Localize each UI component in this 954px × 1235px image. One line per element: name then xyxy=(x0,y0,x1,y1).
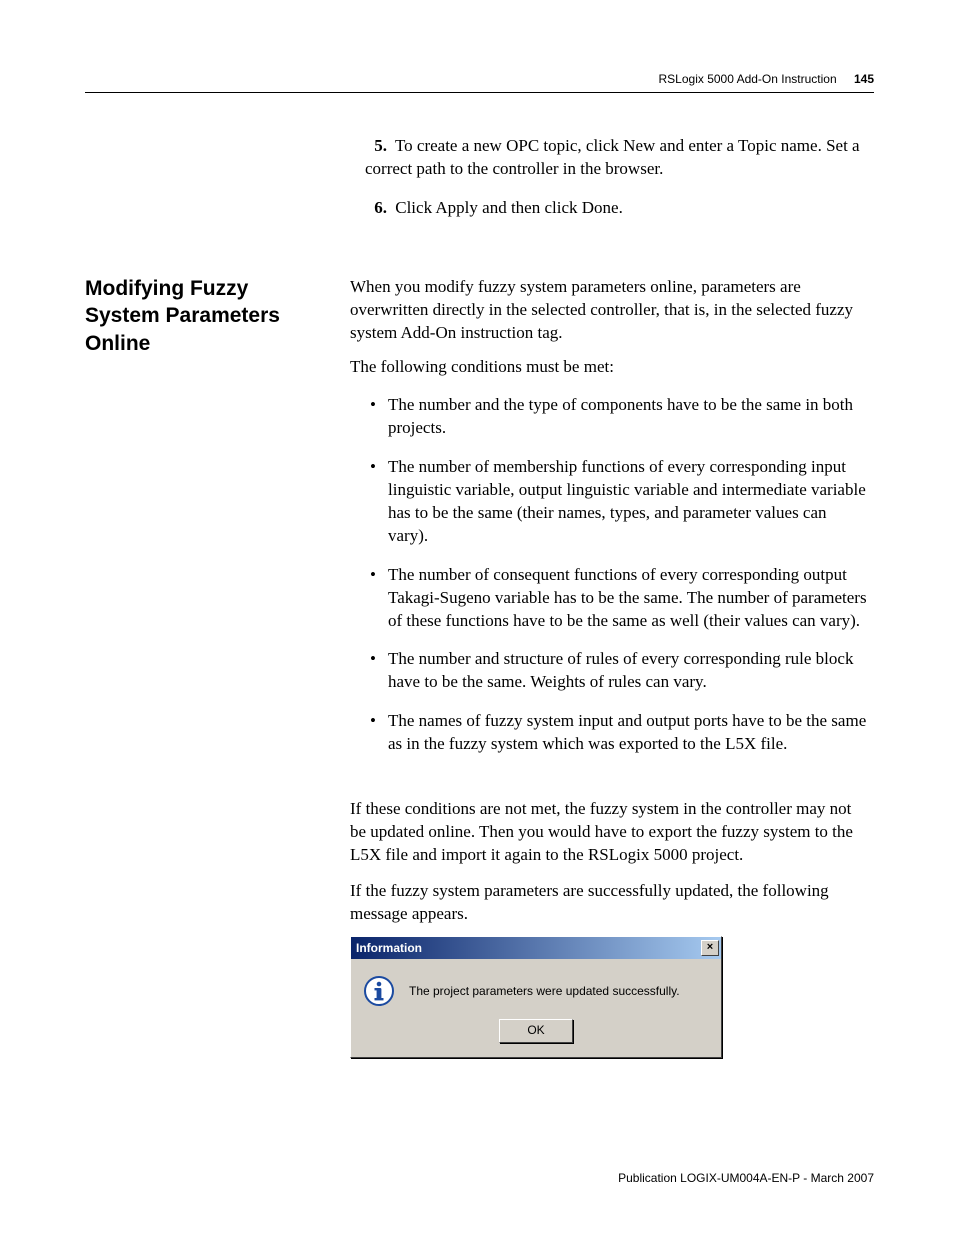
page-header: RSLogix 5000 Add-On Instruction 145 xyxy=(659,72,874,86)
list-item: • The number of consequent functions of … xyxy=(370,564,870,633)
list-item: • The number and structure of rules of e… xyxy=(370,648,870,694)
page-footer: Publication LOGIX-UM004A-EN-P - March 20… xyxy=(618,1171,874,1185)
header-page-number: 145 xyxy=(854,72,874,86)
paragraph-not-met: If these conditions are not met, the fuz… xyxy=(350,798,870,867)
step-number: 6. xyxy=(365,197,387,220)
paragraph-intro: When you modify fuzzy system parameters … xyxy=(350,276,870,345)
bullet-icon: • xyxy=(370,648,388,694)
step-number: 5. xyxy=(365,135,387,158)
list-item: • The number and the type of components … xyxy=(370,394,870,440)
bullet-text: The number of consequent functions of ev… xyxy=(388,564,870,633)
ok-button[interactable]: OK xyxy=(499,1019,573,1043)
bullet-list: • The number and the type of components … xyxy=(370,394,870,772)
list-item: • The names of fuzzy system input and ou… xyxy=(370,710,870,756)
information-dialog: Information × The project parameters wer… xyxy=(350,936,722,1058)
paragraph-conditions-lead: The following conditions must be met: xyxy=(350,356,870,379)
dialog-body: The project parameters were updated succ… xyxy=(351,959,721,1013)
bullet-icon: • xyxy=(370,710,388,756)
bullet-text: The number and structure of rules of eve… xyxy=(388,648,870,694)
bullet-text: The number and the type of components ha… xyxy=(388,394,870,440)
list-item: • The number of membership functions of … xyxy=(370,456,870,548)
information-icon xyxy=(363,975,395,1007)
dialog-titlebar: Information × xyxy=(351,937,721,959)
step-text: Click Apply and then click Done. xyxy=(395,198,623,217)
bullet-icon: • xyxy=(370,564,388,633)
dialog-title: Information xyxy=(356,942,422,954)
dialog-message: The project parameters were updated succ… xyxy=(409,984,680,998)
close-icon[interactable]: × xyxy=(701,940,719,956)
bullet-icon: • xyxy=(370,456,388,548)
numbered-step-list: 5. To create a new OPC topic, click New … xyxy=(365,135,870,236)
bullet-icon: • xyxy=(370,394,388,440)
step-5: 5. To create a new OPC topic, click New … xyxy=(365,135,870,181)
header-chapter-title: RSLogix 5000 Add-On Instruction xyxy=(659,72,837,86)
header-divider xyxy=(85,92,874,93)
bullet-text: The names of fuzzy system input and outp… xyxy=(388,710,870,756)
section-heading: Modifying Fuzzy System Parameters Online xyxy=(85,275,295,357)
step-text: To create a new OPC topic, click New and… xyxy=(365,136,860,178)
bullet-text: The number of membership functions of ev… xyxy=(388,456,870,548)
paragraph-success: If the fuzzy system parameters are succe… xyxy=(350,880,870,926)
dialog-button-row: OK xyxy=(351,1013,721,1057)
step-6: 6. Click Apply and then click Done. xyxy=(365,197,870,220)
